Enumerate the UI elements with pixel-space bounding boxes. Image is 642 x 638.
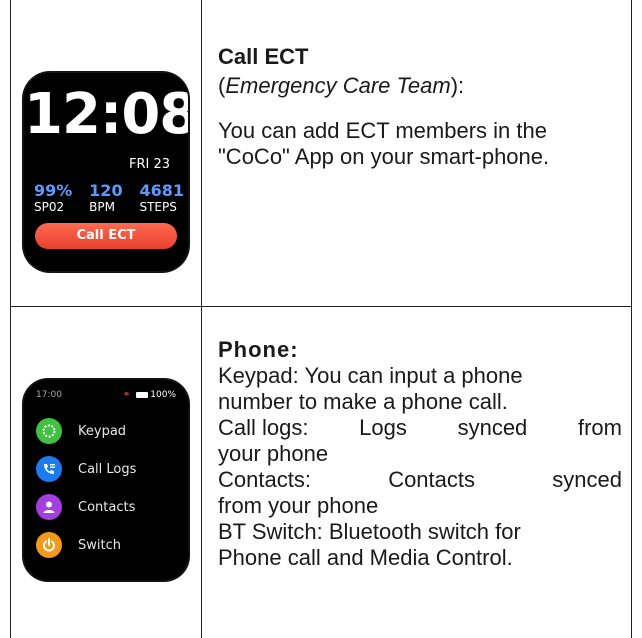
text-line-justified: Contacts: Contacts synced — [218, 467, 622, 493]
menu-item-contacts[interactable]: Contacts — [36, 488, 136, 526]
word: Call logs: — [218, 415, 309, 440]
stat-value: 99% — [34, 181, 73, 200]
status-bar: 17:00 ⚭ 100% — [36, 388, 176, 402]
subtitle-italic: Emergency Care Team — [225, 73, 451, 98]
text-line: from your phone — [218, 493, 379, 518]
phone-menu: Keypad Call Logs Contacts Switch — [36, 412, 136, 564]
battery-level: 100% — [150, 390, 176, 400]
subtitle-close: ): — [450, 73, 465, 98]
menu-label: Contacts — [78, 499, 136, 515]
stat-label: STEPS — [139, 200, 177, 214]
text-line: BT Switch: Bluetooth switch for — [218, 519, 521, 544]
watch-phone-menu: 17:00 ⚭ 100% Keypad Call Logs Contacts S… — [24, 380, 188, 580]
menu-item-switch[interactable]: Switch — [36, 526, 136, 564]
stat-value: 120 — [89, 181, 123, 200]
word: synced — [457, 415, 528, 440]
text-line: your phone — [218, 441, 329, 466]
menu-item-call-logs[interactable]: Call Logs — [36, 450, 136, 488]
word: Contacts: — [218, 467, 311, 492]
power-icon — [36, 532, 62, 558]
stat-bpm: 120 BPM — [89, 181, 123, 215]
menu-label: Call Logs — [78, 461, 137, 477]
word: synced — [552, 467, 622, 492]
stat-label: SP02 — [34, 200, 65, 214]
text-line-justified: Call logs: Logs synced from — [218, 415, 622, 441]
watch-face-home: 12:08 FRI 23 99% SP02 120 BPM 4681 STEPS… — [24, 73, 188, 271]
menu-item-keypad[interactable]: Keypad — [36, 412, 136, 450]
text-line: Keypad: You can input a phone — [218, 363, 523, 388]
section-title-phone: Phone: — [218, 337, 299, 362]
watch-stats: 99% SP02 120 BPM 4681 STEPS — [34, 181, 184, 215]
battery-icon — [136, 391, 149, 398]
word: Logs — [359, 415, 407, 440]
section-body-phone: Phone: Keypad: You can input a phone num… — [218, 337, 622, 571]
contacts-icon — [36, 494, 62, 520]
text-line: Phone call and Media Control. — [218, 545, 513, 570]
section-subtitle: (Emergency Care Team): — [218, 73, 618, 99]
word: from — [577, 415, 622, 440]
status-right: ⚭ 100% — [123, 390, 176, 400]
watch-date: FRI 23 — [128, 157, 170, 172]
table-border-left — [10, 0, 11, 638]
call-ect-button[interactable]: Call ECT — [35, 223, 177, 249]
word: Contacts — [388, 467, 476, 492]
table-row-divider — [10, 306, 632, 307]
status-time: 17:00 — [36, 390, 62, 400]
section-title-call-ect: Call ECT — [218, 44, 309, 69]
section-body-call-ect: You can add ECT members in the "CoCo" Ap… — [218, 118, 550, 169]
table-border-right — [631, 0, 632, 638]
menu-label: Switch — [78, 537, 121, 553]
call-logs-icon — [36, 456, 62, 482]
table-border-middle — [201, 0, 202, 638]
link-icon: ⚭ — [122, 390, 131, 400]
watch-time: 12:08 — [24, 82, 188, 147]
stat-value: 4681 — [139, 181, 184, 200]
keypad-icon — [36, 418, 62, 444]
stat-spo2: 99% SP02 — [34, 181, 73, 215]
battery-indicator: 100% — [136, 390, 176, 400]
stat-label: BPM — [89, 200, 115, 214]
menu-label: Keypad — [78, 423, 127, 439]
text-line: number to make a phone call. — [218, 389, 508, 414]
stat-steps: 4681 STEPS — [139, 181, 184, 215]
